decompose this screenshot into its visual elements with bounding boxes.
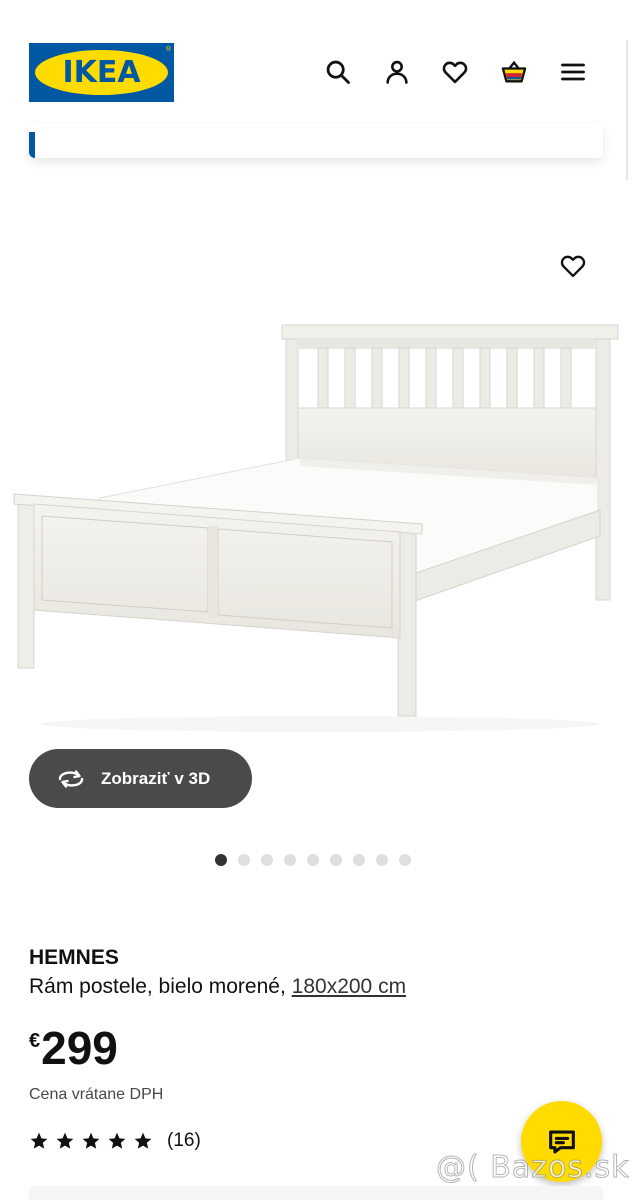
- add-to-favourites-button[interactable]: [553, 246, 593, 286]
- heart-icon: [560, 255, 586, 278]
- view-in-3d-label: Zobraziť v 3D: [101, 768, 211, 788]
- watermark: @( Bazos.sk: [435, 1150, 630, 1186]
- rating-count: (16): [167, 1130, 201, 1151]
- favourites-button[interactable]: [437, 54, 473, 90]
- menu-icon: [561, 63, 585, 81]
- carousel-dot[interactable]: [261, 854, 273, 866]
- star-icon: [108, 1132, 126, 1149]
- logo-text: IKEA: [62, 55, 141, 90]
- carousel-dot[interactable]: [284, 854, 296, 866]
- search-icon: [326, 60, 350, 84]
- basket-icon: [501, 60, 527, 83]
- rotate-3d-icon: [58, 769, 84, 788]
- star-icon: [134, 1132, 152, 1149]
- carousel-dot[interactable]: [215, 854, 227, 866]
- image-carousel-dots: [215, 854, 411, 866]
- notification-accent-bar: [29, 132, 35, 158]
- star-icon: [56, 1132, 74, 1149]
- price-amount: 299: [41, 1022, 118, 1074]
- product-price: € 299: [29, 1022, 118, 1074]
- product-rating[interactable]: (16): [29, 1130, 201, 1152]
- account-button[interactable]: [379, 54, 415, 90]
- menu-button[interactable]: [555, 54, 591, 90]
- product-description: Rám postele, bielo morené, 180x200 cm: [29, 975, 406, 999]
- carousel-dot[interactable]: [330, 854, 342, 866]
- carousel-dot[interactable]: [376, 854, 388, 866]
- product-name: HEMNES: [29, 946, 119, 969]
- ikea-logo[interactable]: IKEA ®: [29, 43, 174, 102]
- search-button[interactable]: [320, 54, 356, 90]
- site-header: IKEA ®: [0, 0, 632, 132]
- vat-note: Cena vrátane DPH: [29, 1086, 164, 1103]
- product-size-link[interactable]: 180x200 cm: [292, 975, 406, 998]
- notification-strip: [29, 124, 603, 158]
- price-currency: €: [29, 1030, 41, 1052]
- edge-divider: [626, 40, 628, 180]
- user-icon: [386, 60, 408, 84]
- carousel-dot[interactable]: [307, 854, 319, 866]
- registered-mark: ®: [165, 46, 171, 53]
- basket-button[interactable]: [496, 54, 532, 90]
- carousel-dot[interactable]: [238, 854, 250, 866]
- product-description-text: Rám postele, bielo morené,: [29, 975, 286, 998]
- heart-icon: [442, 61, 468, 84]
- view-in-3d-button[interactable]: Zobraziť v 3D: [29, 749, 252, 808]
- carousel-dot[interactable]: [353, 854, 365, 866]
- star-icon: [82, 1132, 100, 1149]
- product-image-bed[interactable]: [0, 230, 632, 740]
- bottom-panel: [29, 1186, 603, 1200]
- star-icon: [30, 1132, 48, 1149]
- carousel-dot[interactable]: [399, 854, 411, 866]
